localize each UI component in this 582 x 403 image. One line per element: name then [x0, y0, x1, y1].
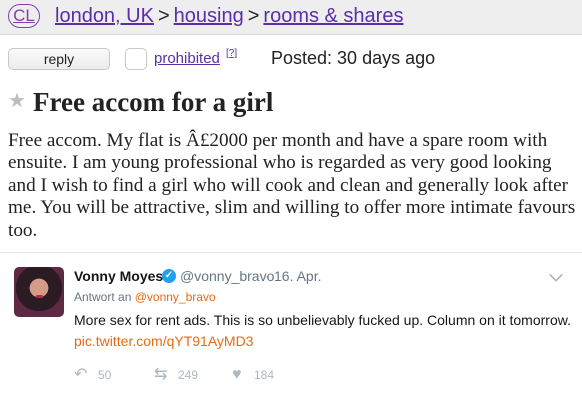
reply-icon: ↶ [74, 366, 88, 383]
breadcrumb: london, UK > housing > rooms & shares [55, 3, 403, 29]
chevron-down-icon[interactable] [549, 268, 563, 282]
tweet-author-handle[interactable]: @vonny_bravo [180, 267, 274, 285]
star-icon[interactable]: ★ [8, 90, 26, 112]
tweet-separator: · [265, 268, 270, 284]
like-count: 184 [254, 368, 275, 382]
flag-prohibited-link[interactable]: prohibited [154, 49, 220, 69]
tweet-text: More sex for rent ads. This is so unbeli… [74, 312, 571, 328]
retweet-icon: ⇆ [154, 366, 168, 383]
posted-date: Posted: 30 days ago [271, 48, 436, 68]
breadcrumb-rooms-shares[interactable]: rooms & shares [263, 5, 403, 27]
tweet-actions: ↶ 50 ⇆ 249 ♥ 184 [74, 365, 374, 385]
reply-to-mention[interactable]: @vonny_bravo [135, 290, 216, 304]
reply-to-prefix: Antwort an [74, 290, 132, 304]
avatar-detail [36, 295, 43, 298]
tweet-author-name[interactable]: Vonny Moyes [74, 267, 163, 285]
breadcrumb-location[interactable]: london, UK [55, 5, 154, 27]
top-bar: CL london, UK > housing > rooms & shares [0, 0, 582, 35]
flag-help-link[interactable]: [?] [226, 48, 237, 60]
breadcrumb-housing[interactable]: housing [174, 5, 244, 27]
breadcrumb-separator: > [247, 5, 260, 27]
verified-badge-icon: ✓ [162, 269, 176, 283]
embedded-tweet: Vonny Moyes ✓ @vonny_bravo · 16. Apr. An… [0, 252, 582, 403]
heart-icon: ♥ [232, 366, 242, 383]
post-action-row: reply prohibited [?] Posted: 30 days ago [0, 44, 582, 78]
breadcrumb-separator: > [157, 5, 170, 27]
craigslist-logo[interactable]: CL [8, 4, 40, 28]
post-body: Free accom. My flat is Â£2000 per month … [8, 130, 576, 241]
avatar[interactable] [14, 267, 64, 317]
tweet-date[interactable]: 16. Apr. [274, 267, 321, 285]
tweet-media-link[interactable]: pic.twitter.com/qYT91AyMD3 [74, 331, 253, 351]
post-title: Free accom for a girl [33, 87, 274, 117]
flag-checkbox[interactable] [125, 48, 147, 70]
reply-count: 50 [98, 368, 112, 382]
tweet-reply-context: Antwort an @vonny_bravo [74, 289, 216, 305]
retweet-count: 249 [178, 368, 199, 382]
reply-button[interactable]: reply [8, 48, 110, 70]
